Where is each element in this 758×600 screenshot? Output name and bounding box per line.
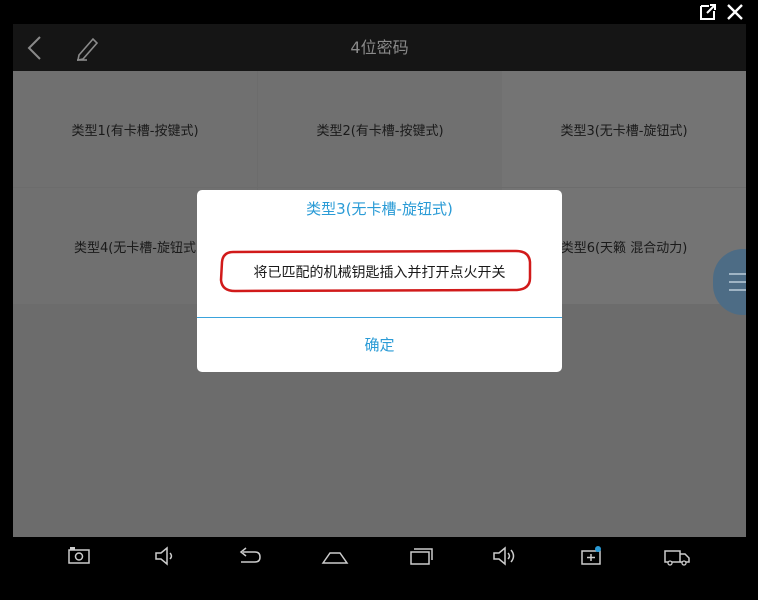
dialog-message: 将已匹配的机械钥匙插入并打开点火开关 [253, 265, 506, 281]
close-icon[interactable] [725, 2, 745, 22]
pencil-icon[interactable] [73, 35, 101, 61]
recent-apps-icon[interactable] [407, 543, 435, 569]
page-title: 4位密码 [350, 38, 409, 57]
screenshot-icon[interactable] [65, 543, 93, 569]
menu-line-icon [729, 289, 746, 291]
menu-line-icon [729, 273, 746, 275]
chevron-left-icon[interactable] [23, 35, 47, 61]
android-navbar [13, 537, 746, 574]
app-header: 4位密码 [13, 24, 746, 71]
home-icon[interactable] [321, 543, 349, 569]
window-titlebar [0, 0, 758, 24]
type-option-3[interactable]: 类型3(无卡槽-旋钮式) [502, 71, 746, 187]
confirm-button[interactable]: 确定 [197, 318, 562, 372]
dialog-title: 类型3(无卡槽-旋钮式) [306, 200, 453, 218]
truck-icon[interactable] [663, 543, 691, 569]
popout-icon[interactable] [698, 2, 718, 22]
volume-up-icon[interactable] [491, 543, 519, 569]
battery-icon[interactable] [577, 543, 605, 569]
type-option-1[interactable]: 类型1(有卡槽-按键式) [13, 71, 257, 187]
menu-line-icon [729, 281, 746, 283]
type-option-2[interactable]: 类型2(有卡槽-按键式) [258, 71, 502, 187]
volume-down-icon[interactable] [151, 543, 179, 569]
info-dialog: 类型3(无卡槽-旋钮式) 将已匹配的机械钥匙插入并打开点火开关 确定 [197, 190, 562, 372]
back-icon[interactable] [235, 543, 263, 569]
